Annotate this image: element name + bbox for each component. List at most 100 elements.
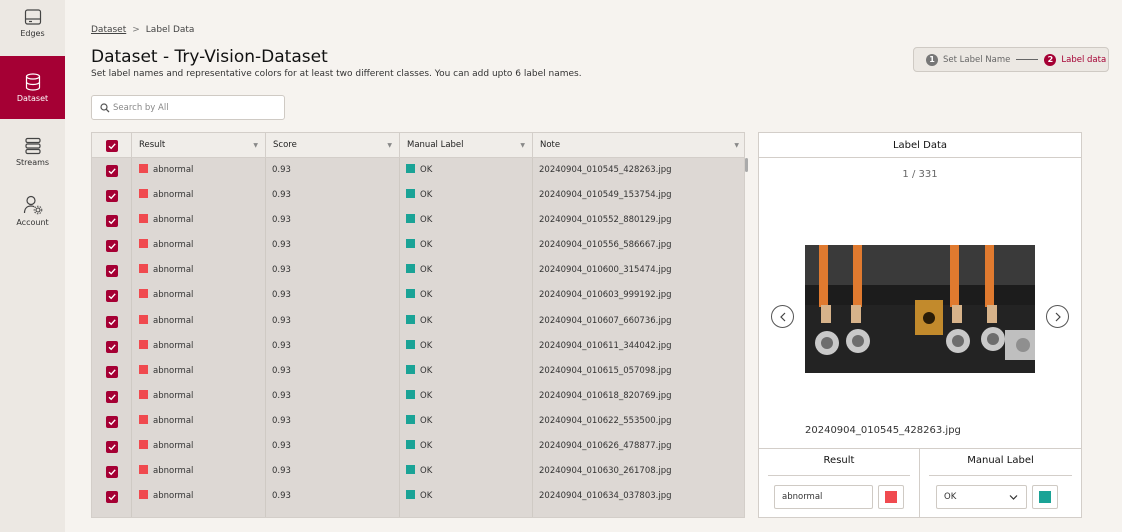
abnormal-color-swatch [139,314,148,324]
table-row[interactable]: abnormal 0.93 OK 20240904_010556_586667.jpg [92,233,744,258]
inspection-image [805,245,1035,373]
sort-caret-icon[interactable]: ▼ [520,133,525,158]
table-row[interactable]: abnormal 0.93 OK 20240904_010634_037803.jpg [92,484,744,509]
step-label: Label data [1061,54,1107,65]
sidebar-item-streams[interactable]: Streams [0,137,65,173]
chevron-right-icon [1055,312,1061,321]
row-checkbox[interactable] [106,240,118,253]
result-text: abnormal [153,265,194,276]
column-header-note[interactable]: Note ▼ [533,133,744,158]
row-checkbox[interactable] [106,441,118,454]
row-checkbox[interactable] [106,491,118,504]
table-row[interactable]: abnormal 0.93 OK 20240904_010618_820769.jpg [92,384,744,409]
result-cell: abnormal [139,233,193,258]
result-cell: abnormal [139,208,193,233]
sort-caret-icon[interactable]: ▼ [387,133,392,158]
table-body: abnormal 0.93 OK 20240904_010545_428263.jpg… [92,158,744,509]
score-cell: 0.93 [272,365,291,376]
manual-label-text: OK [420,265,433,276]
table-row[interactable]: abnormal 0.93 OK 20240904_010549_153754.jpg [92,183,744,208]
stack-icon [24,137,41,155]
manual-label-cell: OK [406,309,432,334]
column-header-manual-label[interactable]: Manual Label ▼ [400,133,533,158]
note-cell: 20240904_010618_820769.jpg [539,390,672,401]
score-cell: 0.93 [272,240,291,251]
result-title: Result [823,455,855,466]
row-checkbox[interactable] [106,390,118,403]
manual-label-text: OK [420,240,433,251]
row-checkbox[interactable] [106,165,118,177]
abnormal-color-swatch [139,490,148,500]
checkmark-icon [108,369,116,376]
score-cell: 0.93 [272,491,291,502]
result-cell: abnormal [139,434,193,459]
row-checkbox[interactable] [106,315,118,328]
abnormal-color-swatch [139,264,148,274]
label-data-panel: Label Data 1 / 331 20240904_010545_42826… [758,132,1082,518]
page-subtitle: Set label names and representative color… [91,69,582,79]
ok-color-swatch [406,414,415,424]
step-set-label-name[interactable]: 1 Set Label Name [926,53,1010,66]
row-checkbox[interactable] [106,365,118,378]
step-indicator: 1 Set Label Name 2 Label data [913,47,1109,72]
breadcrumb-link-dataset[interactable]: Dataset [91,25,126,35]
result-cell: abnormal [139,484,193,509]
table-row[interactable]: abnormal 0.93 OK 20240904_010622_553500.jpg [92,409,744,434]
note-cell: 20240904_010549_153754.jpg [539,190,672,201]
row-checkbox[interactable] [106,415,118,428]
divider [929,475,1072,476]
ok-color-swatch [406,364,415,374]
sidebar-item-account[interactable]: Account [0,195,65,231]
table-row[interactable]: abnormal 0.93 OK 20240904_010630_261708.jpg [92,459,744,484]
abnormal-color-swatch [139,164,148,173]
ok-color-swatch [406,189,415,199]
table-row[interactable]: abnormal 0.93 OK 20240904_010626_478877.jpg [92,434,744,459]
abnormal-color-swatch [885,491,897,503]
manual-label-field: Manual Label OK [920,449,1081,518]
result-input[interactable]: abnormal [774,485,873,509]
result-text: abnormal [153,390,194,401]
row-checkbox[interactable] [106,466,118,479]
breadcrumb-separator: > [132,25,140,35]
manual-label-cell: OK [406,484,432,509]
result-text: abnormal [153,215,194,226]
manual-label-text: OK [420,441,433,452]
result-color-button[interactable] [878,485,904,509]
prev-image-button[interactable] [771,305,794,328]
abnormal-color-swatch [139,289,148,299]
select-all-checkbox[interactable] [106,140,118,152]
sidebar-item-dataset[interactable]: Dataset [0,56,65,119]
table-row[interactable]: abnormal 0.93 OK 20240904_010607_660736.jpg [92,309,744,334]
manual-label-text: OK [420,165,433,175]
table-row[interactable]: abnormal 0.93 OK 20240904_010552_880129.jpg [92,208,744,233]
row-checkbox[interactable] [106,340,118,353]
checkmark-icon [108,469,116,476]
column-header-result[interactable]: Result ▼ [132,133,266,158]
column-header-score[interactable]: Score ▼ [266,133,400,158]
manual-label-color-button[interactable] [1032,485,1058,509]
manual-label-cell: OK [406,183,432,208]
manual-label-select[interactable]: OK [936,485,1027,509]
table-row[interactable]: abnormal 0.93 OK 20240904_010611_344042.jpg [92,334,744,359]
user-gear-icon [23,195,42,215]
table-row[interactable]: abnormal 0.93 OK 20240904_010545_428263.jpg [92,158,744,183]
ok-color-swatch [406,389,415,399]
score-cell: 0.93 [272,165,291,175]
table-scrollbar[interactable] [745,158,748,172]
row-checkbox[interactable] [106,290,118,303]
next-image-button[interactable] [1046,305,1069,328]
sort-caret-icon[interactable]: ▼ [253,133,258,158]
sidebar-item-edges[interactable]: Edges [0,8,65,48]
step-label-data[interactable]: 2 Label data [1044,53,1107,66]
search-input[interactable] [113,99,278,117]
row-checkbox[interactable] [106,190,118,203]
manual-label-text: OK [420,290,433,301]
sort-caret-icon[interactable]: ▼ [734,133,739,158]
row-checkbox[interactable] [106,215,118,228]
table-row[interactable]: abnormal 0.93 OK 20240904_010603_999192.jpg [92,283,744,308]
result-cell: abnormal [139,309,193,334]
table-row[interactable]: abnormal 0.93 OK 20240904_010615_057098.jpg [92,359,744,384]
table-row[interactable]: abnormal 0.93 OK 20240904_010600_315474.jpg [92,258,744,283]
row-checkbox[interactable] [106,265,118,278]
result-text: abnormal [153,491,194,502]
